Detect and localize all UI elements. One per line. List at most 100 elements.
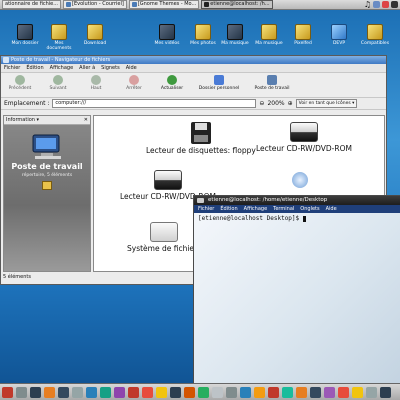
desktop-icon-mes-videos[interactable]: Mes vidéos	[150, 24, 184, 46]
app-icon[interactable]	[30, 386, 41, 398]
icon-floppy[interactable]: Lecteur de disquettes: floppy	[146, 122, 256, 155]
app-icon[interactable]	[86, 386, 97, 398]
app-icon[interactable]	[114, 386, 125, 398]
app-icon[interactable]	[366, 386, 377, 398]
app-icon[interactable]	[100, 386, 111, 398]
app-icon[interactable]	[58, 386, 69, 398]
menu-aller-a[interactable]: Aller à	[79, 65, 95, 71]
firefox-icon[interactable]	[44, 386, 55, 398]
app-icon[interactable]	[324, 386, 335, 398]
location-input[interactable]: computer:///	[52, 99, 257, 108]
folder-icon	[51, 24, 67, 40]
desktop-icon-label: Mes photos	[190, 41, 216, 46]
music-note-icon[interactable]: ♫	[364, 0, 371, 9]
trash-icon[interactable]	[380, 386, 391, 398]
icon-cdrom-1[interactable]: Lecteur CD-RW/DVD-ROM	[256, 122, 352, 153]
desktop-icon-devp[interactable]: DEVP	[322, 24, 356, 46]
terminal-window: etienne@localhost: /home/etienne/Desktop…	[193, 195, 400, 387]
app-icon[interactable]	[352, 386, 363, 398]
desktop-icon-label: Ma musique	[255, 41, 283, 46]
taskbar-task-gnome-themes[interactable]: [Gnome Themes - Mo...	[128, 0, 200, 9]
desktop-icon-mon-dossier[interactable]: Mon dossier	[8, 24, 42, 46]
reload-button[interactable]: Actualiser	[153, 75, 191, 91]
home-button-label: Dossier personnel	[198, 86, 240, 91]
menu-onglets[interactable]: Onglets	[300, 206, 319, 212]
app-icon[interactable]	[212, 386, 223, 398]
taskbar-task-label: [Evolution - Courriel]	[72, 1, 124, 7]
up-button[interactable]: Haut	[77, 75, 115, 91]
app-icon[interactable]	[16, 386, 27, 398]
menu-fichier[interactable]: Fichier	[4, 65, 20, 71]
up-button-label: Haut	[90, 86, 102, 91]
icon-label: Lecteur de disquettes: floppy	[146, 146, 256, 155]
app-icon[interactable]	[184, 386, 195, 398]
menu-signets[interactable]: Signets	[101, 65, 120, 71]
app-icon[interactable]	[2, 386, 13, 398]
app-icon[interactable]	[338, 386, 349, 398]
sidebar-header[interactable]: Information ▾ ✕	[4, 116, 90, 125]
computer-button[interactable]: Poste de travail	[247, 75, 297, 91]
stop-button-label: Arrêter	[126, 86, 142, 91]
terminal-screen[interactable]: [etienne@localhost Desktop]$	[194, 213, 400, 386]
menu-edition[interactable]: Édition	[26, 65, 43, 71]
terminal-icon[interactable]	[197, 198, 204, 203]
desktop-icon-compatibles[interactable]: Compatibles	[358, 24, 392, 46]
desktop-icon-mes-documents[interactable]: Mes documents	[42, 24, 76, 51]
power-icon[interactable]	[391, 1, 398, 8]
menu-affichage[interactable]: Affichage	[50, 65, 74, 71]
app-icon[interactable]	[310, 386, 321, 398]
app-icon[interactable]	[72, 386, 83, 398]
app-icon[interactable]	[226, 386, 237, 398]
forward-button[interactable]: Suivant	[39, 75, 77, 91]
zoom-in-icon[interactable]: ⊕	[288, 100, 293, 107]
app-icon[interactable]	[142, 386, 153, 398]
desktop-icon-ma-musique-2[interactable]: Ma musique	[252, 24, 286, 46]
app-icon[interactable]	[240, 386, 251, 398]
desktop-icon-download[interactable]: Download	[78, 24, 112, 46]
menu-fichier[interactable]: Fichier	[198, 206, 214, 212]
app-icon[interactable]	[282, 386, 293, 398]
app-icon[interactable]	[254, 386, 265, 398]
menu-aide[interactable]: Aide	[126, 65, 137, 71]
back-button[interactable]: Précédent	[1, 75, 39, 91]
menu-affichage[interactable]: Affichage	[244, 206, 268, 212]
app-icon[interactable]	[128, 386, 139, 398]
close-icon[interactable]: ✕	[84, 116, 88, 124]
file-manager-titlebar[interactable]: Poste de travail - Navigateur de fichier…	[1, 56, 386, 64]
window-menu-icon[interactable]	[3, 57, 9, 63]
home-button[interactable]: Dossier personnel	[191, 75, 247, 91]
view-mode-select[interactable]: Voir en tant que Icônes ▾	[295, 99, 358, 108]
location-bar: Emplacement : computer:/// ⊖ 200% ⊕ Voir…	[1, 98, 386, 110]
taskbar-task-file-manager[interactable]: ationnaire de fichie...	[2, 0, 62, 9]
desktop-icon-mes-photos[interactable]: Mes photos	[186, 24, 220, 46]
reload-icon	[167, 75, 177, 85]
icon-filesystem[interactable]: Système de fichiers	[127, 222, 201, 253]
app-icon[interactable]	[156, 386, 167, 398]
app-icon[interactable]	[170, 386, 181, 398]
menu-aide[interactable]: Aide	[326, 206, 337, 212]
network-icon[interactable]	[373, 1, 380, 8]
terminal-titlebar[interactable]: etienne@localhost: /home/etienne/Desktop	[194, 196, 400, 205]
folder-icon	[87, 24, 103, 40]
icon-label: Système de fichiers	[127, 244, 202, 253]
location-label: Emplacement :	[4, 100, 50, 107]
app-icon[interactable]	[268, 386, 279, 398]
desktop-icon-ma-musique[interactable]: Ma musique	[218, 24, 252, 46]
app-icon[interactable]	[296, 386, 307, 398]
window-title: etienne@localhost: /home/etienne/Desktop	[208, 197, 328, 203]
menu-terminal[interactable]: Terminal	[273, 206, 294, 212]
network-icon[interactable]	[292, 172, 308, 188]
desktop-icon-label: DEVP	[332, 41, 346, 46]
stop-button[interactable]: Arrêter	[115, 75, 153, 91]
taskbar-task-terminal[interactable]: etienne@localhost: /h...	[201, 0, 273, 9]
menu-edition[interactable]: Édition	[220, 206, 237, 212]
desktop-icon-label: Mes documents	[46, 41, 72, 51]
computer-icon	[32, 134, 61, 159]
taskbar-task-evolution[interactable]: [Evolution - Courriel]	[63, 0, 127, 9]
back-button-label: Précédent	[8, 86, 32, 91]
desktop-icon-label: Compatibles	[360, 41, 390, 46]
desktop-icon-pixelfed[interactable]: Pixelfed	[286, 24, 320, 46]
update-icon[interactable]	[382, 1, 389, 8]
app-icon[interactable]	[198, 386, 209, 398]
zoom-out-icon[interactable]: ⊖	[259, 100, 264, 107]
